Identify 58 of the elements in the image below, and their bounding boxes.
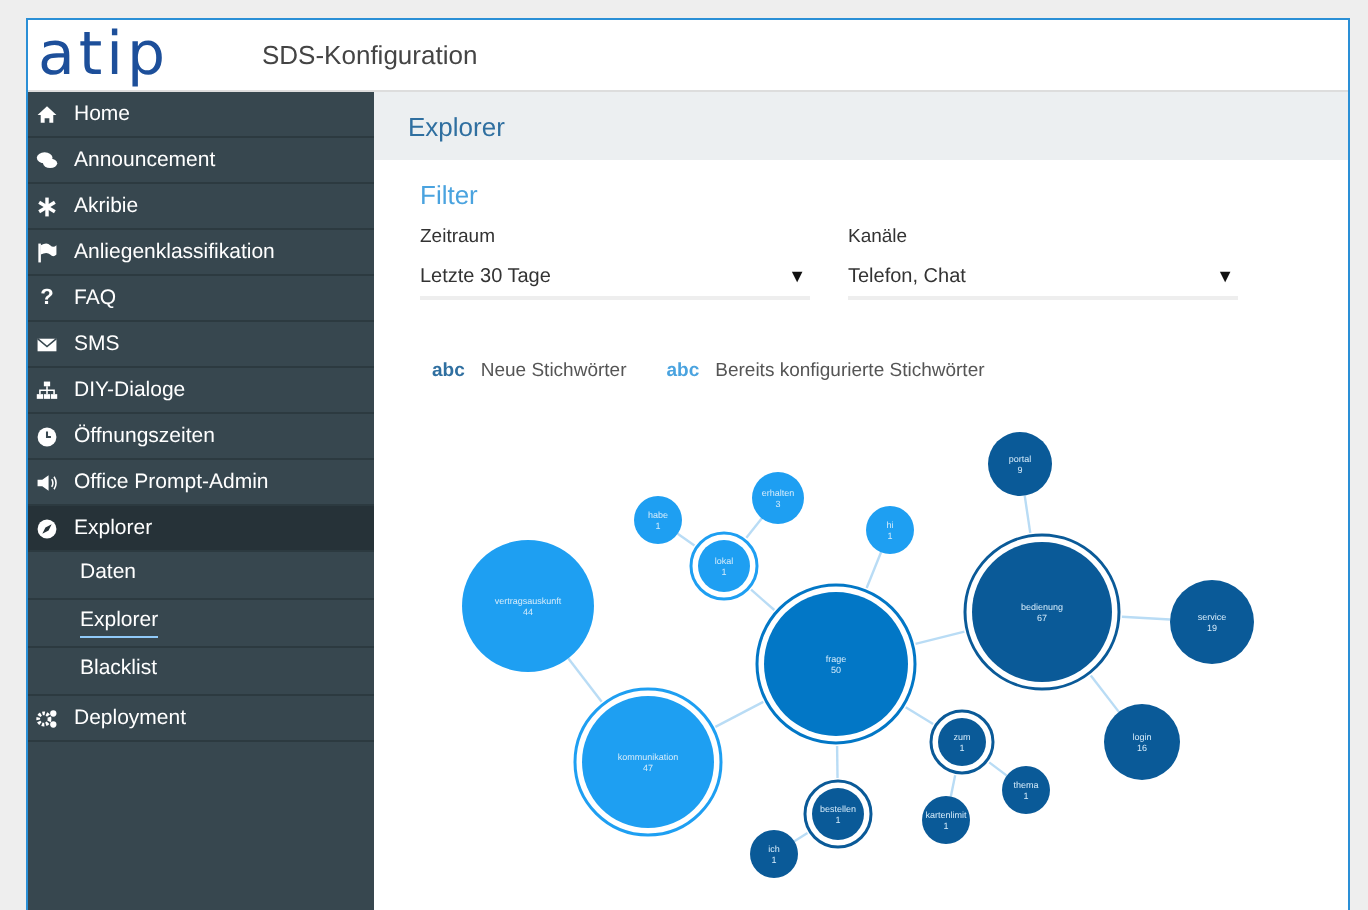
sidebar-item[interactable]: Öffnungszeiten <box>28 414 374 460</box>
filter-heading: Filter <box>420 180 480 210</box>
sidebar-item[interactable]: SMS <box>28 322 374 368</box>
field-label: Kanäle <box>848 226 910 248</box>
connector-line <box>905 706 934 726</box>
highlight-ring <box>803 779 873 849</box>
field-label: Zeitraum <box>420 226 497 248</box>
brand-logo: atip <box>38 25 172 85</box>
keyword-bubble[interactable] <box>750 830 798 878</box>
sidebar-item[interactable]: DIY-Dialoge <box>28 368 374 414</box>
dropdown-field[interactable]: Telefon, Chat ▼ <box>848 256 1238 300</box>
connector-line <box>567 657 603 703</box>
connector-line <box>1023 495 1032 534</box>
volume-icon <box>36 471 58 493</box>
app-title: SDS-Konfiguration <box>262 40 478 70</box>
submenu-item[interactable]: Explorer <box>80 608 159 638</box>
connector-line <box>865 551 883 589</box>
compass-icon <box>36 517 58 539</box>
connector-line <box>745 517 763 539</box>
keyword-bubble[interactable] <box>922 796 970 844</box>
clock-icon <box>36 425 58 447</box>
connector-line <box>1089 674 1120 713</box>
page-title: Explorer <box>408 111 505 141</box>
keyword-bubble[interactable] <box>1002 766 1050 814</box>
connector-line <box>835 745 839 778</box>
submenu-item[interactable]: Blacklist <box>80 656 158 686</box>
legend-label: Bereits konfigurierte Stichwörter <box>715 360 985 382</box>
keyword-bubble[interactable] <box>812 788 864 840</box>
home-icon <box>36 103 58 125</box>
connector-line <box>949 775 957 797</box>
connector-line <box>677 532 696 547</box>
keyword-bubble[interactable] <box>1104 704 1180 780</box>
highlight-ring <box>929 709 995 775</box>
keyword-bubble[interactable] <box>1170 580 1254 664</box>
sidebar-item[interactable]: Announcement <box>28 138 374 184</box>
dropdown-field[interactable]: Letzte 30 Tage ▼ <box>420 256 810 300</box>
connector-line <box>915 630 965 646</box>
connector-line <box>750 588 776 611</box>
connector-line <box>1121 615 1171 621</box>
comments-icon <box>36 149 58 171</box>
sitemap-icon <box>36 379 58 401</box>
legend-label: Neue Stichwörter <box>480 360 627 382</box>
keyword-bubble[interactable] <box>988 432 1052 496</box>
sidebar-item[interactable]: Home <box>28 92 374 138</box>
sidebar-item[interactable]: Explorer <box>28 506 374 552</box>
submenu-item[interactable]: Daten <box>80 560 137 590</box>
legend-marker: abc <box>432 360 465 382</box>
question-icon: ? <box>36 286 58 310</box>
asterisk-icon <box>36 195 58 217</box>
flag-icon <box>36 241 58 263</box>
connector-line <box>793 832 809 843</box>
legend-marker: abc <box>666 360 700 382</box>
connector-line <box>714 700 764 728</box>
envelope-icon <box>36 333 58 355</box>
keyword-bubble[interactable] <box>938 718 986 766</box>
connector-line <box>988 761 1008 777</box>
sidebar-item[interactable]: Anliegenklassifikation <box>28 230 374 276</box>
sidebar-item[interactable]: Akribie <box>28 184 374 230</box>
